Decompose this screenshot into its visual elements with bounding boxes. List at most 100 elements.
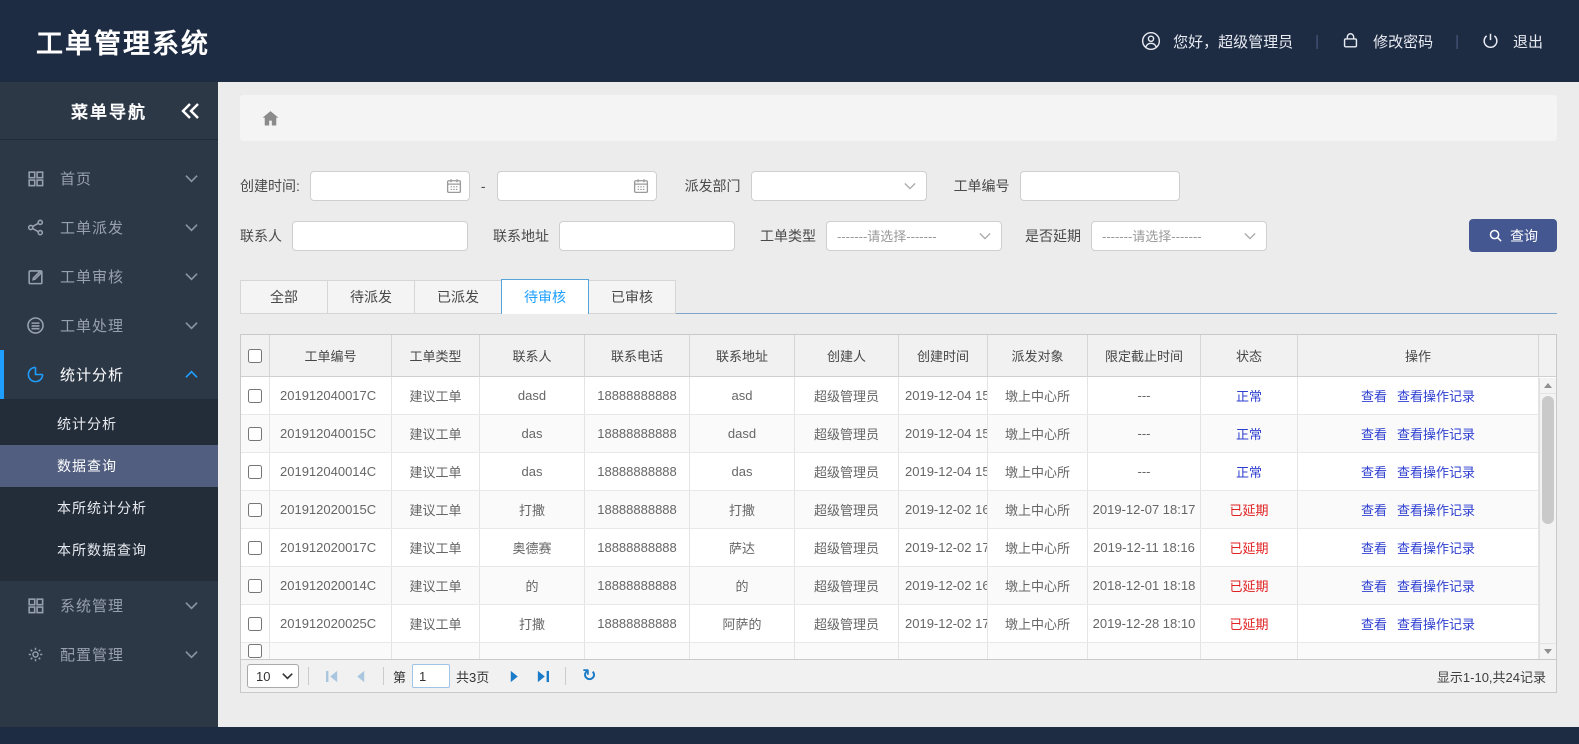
cell-phone: 18888888888 — [585, 491, 690, 528]
cell-created: 2019-12-04 15 — [899, 377, 988, 414]
logout-button[interactable]: 退出 — [1481, 31, 1543, 52]
table-row-partial — [241, 643, 1539, 659]
contact-input[interactable] — [292, 220, 468, 251]
table-scrollbar[interactable] — [1539, 378, 1556, 659]
main-content: 创建时间: - 派发部门 工单编号 联系人 联系地址 工单类型 -------请… — [218, 82, 1579, 727]
row-checkbox[interactable] — [248, 464, 262, 479]
search-button[interactable]: 查询 — [1469, 219, 1557, 252]
sidebar-item-review[interactable]: 工单审核 — [0, 252, 218, 301]
view-log-link[interactable]: 查看操作记录 — [1397, 462, 1475, 481]
row-checkbox[interactable] — [248, 616, 262, 631]
submenu-item-local-statistics[interactable]: 本所统计分析 — [0, 487, 218, 529]
row-checkbox[interactable] — [248, 388, 262, 403]
calendar-icon[interactable] — [632, 177, 650, 195]
order-type-label: 工单类型 — [760, 227, 816, 244]
grid-icon — [26, 169, 45, 188]
row-checkbox[interactable] — [248, 644, 262, 658]
order-no-input[interactable] — [1019, 171, 1180, 201]
chevron-down-icon — [903, 182, 916, 190]
view-link[interactable]: 查看 — [1361, 424, 1387, 443]
row-checkbox[interactable] — [248, 426, 262, 441]
calendar-icon[interactable] — [445, 177, 463, 195]
page-number-input[interactable] — [412, 664, 451, 688]
view-link[interactable]: 查看 — [1361, 576, 1387, 595]
submenu-item-statistics[interactable]: 统计分析 — [0, 403, 218, 445]
tab-to-dispatch[interactable]: 待派发 — [327, 280, 415, 314]
table-row: 201912040017C 建议工单 dasd 18888888888 asd 超级管理员… — [241, 377, 1539, 415]
row-select-cell — [241, 491, 270, 528]
cell-status: 正常 — [1201, 415, 1298, 452]
tab-dispatched[interactable]: 已派发 — [414, 280, 502, 314]
view-log-link[interactable]: 查看操作记录 — [1397, 614, 1475, 633]
next-page-button[interactable] — [503, 665, 525, 687]
is-delayed-select[interactable]: -------请选择------- — [1091, 220, 1267, 251]
view-log-link[interactable]: 查看操作记录 — [1397, 500, 1475, 519]
contact-address-input[interactable] — [559, 220, 735, 251]
tab-reviewed[interactable]: 已审核 — [588, 280, 676, 314]
cell-order_no: 201912040017C — [270, 377, 392, 414]
view-link[interactable]: 查看 — [1361, 386, 1387, 405]
date-range-separator: - — [480, 178, 486, 194]
row-select-cell — [241, 453, 270, 490]
submenu-item-local-data-query[interactable]: 本所数据查询 — [0, 529, 218, 571]
cell-created: 2019-12-04 15 — [899, 415, 988, 452]
pager-summary: 显示1-10,共24记录 — [1436, 669, 1546, 685]
view-link[interactable]: 查看 — [1361, 538, 1387, 557]
row-checkbox[interactable] — [248, 578, 262, 593]
view-log-link[interactable]: 查看操作记录 — [1397, 424, 1475, 443]
view-link[interactable]: 查看 — [1361, 500, 1387, 519]
order-type-select[interactable]: -------请选择------- — [826, 220, 1002, 251]
home-icon[interactable] — [260, 108, 281, 129]
separator — [308, 667, 309, 685]
page-size-select[interactable]: 10 — [247, 664, 299, 688]
sidebar-item-dispatch[interactable]: 工单派发 — [0, 203, 218, 252]
cell-order_type: 建议工单 — [392, 567, 480, 604]
view-link[interactable]: 查看 — [1361, 614, 1387, 633]
view-log-link[interactable]: 查看操作记录 — [1397, 386, 1475, 405]
row-checkbox[interactable] — [248, 502, 262, 517]
submenu-item-data-query[interactable]: 数据查询 — [0, 445, 218, 487]
sidebar-collapse-button[interactable] — [178, 99, 202, 123]
filter-row-2: 联系人 联系地址 工单类型 -------请选择------- 是否延期 ---… — [240, 219, 1557, 252]
row-select-cell — [241, 377, 270, 414]
tab-to-review[interactable]: 待审核 — [501, 279, 589, 314]
contact-label: 联系人 — [240, 227, 282, 244]
cell-ops: 查看 查看操作记录 — [1298, 377, 1539, 414]
cell-order_type: 建议工单 — [392, 491, 480, 528]
sidebar-item-process[interactable]: 工单处理 — [0, 301, 218, 350]
cell-address: dasd — [690, 415, 795, 452]
cell-address: 打撒 — [690, 491, 795, 528]
view-log-link[interactable]: 查看操作记录 — [1397, 576, 1475, 595]
header-filler — [1539, 335, 1556, 376]
first-page-button[interactable] — [321, 665, 343, 687]
row-checkbox[interactable] — [248, 540, 262, 555]
cell-order_no: 201912020015C — [270, 491, 392, 528]
prev-page-button[interactable] — [349, 665, 371, 687]
cell-created: 2019-12-02 16 — [899, 567, 988, 604]
refresh-icon[interactable]: ↻ — [578, 665, 600, 687]
tab-all[interactable]: 全部 — [240, 280, 328, 314]
select-all-checkbox[interactable] — [248, 348, 262, 363]
view-link[interactable]: 查看 — [1361, 462, 1387, 481]
sidebar-item-home[interactable]: 首页 — [0, 154, 218, 203]
cell-deadline: --- — [1088, 377, 1201, 414]
change-password-button[interactable]: 修改密码 — [1341, 31, 1433, 52]
scroll-down-arrow[interactable] — [1540, 643, 1556, 659]
user-icon — [1141, 31, 1161, 51]
sidebar-item-config[interactable]: 配置管理 — [0, 630, 218, 679]
cell-phone: 18888888888 — [585, 567, 690, 604]
sidebar-item-statistics[interactable]: 统计分析 — [0, 350, 218, 399]
cell-deadline: --- — [1088, 415, 1201, 452]
sidebar-title: 菜单导航 — [71, 103, 147, 122]
page-label: 第 — [393, 669, 407, 685]
sidebar-item-system[interactable]: 系统管理 — [0, 581, 218, 630]
scroll-up-arrow[interactable] — [1540, 378, 1556, 394]
view-log-link[interactable]: 查看操作记录 — [1397, 538, 1475, 557]
cell-ops: 查看 查看操作记录 — [1298, 567, 1539, 604]
scrollbar-thumb[interactable] — [1542, 396, 1554, 524]
dispatch-dept-select[interactable] — [750, 171, 927, 201]
cell-address: asd — [690, 377, 795, 414]
cell-phone: 18888888888 — [585, 529, 690, 566]
user-greeting[interactable]: 您好，超级管理员 — [1141, 31, 1293, 52]
last-page-button[interactable] — [531, 665, 553, 687]
